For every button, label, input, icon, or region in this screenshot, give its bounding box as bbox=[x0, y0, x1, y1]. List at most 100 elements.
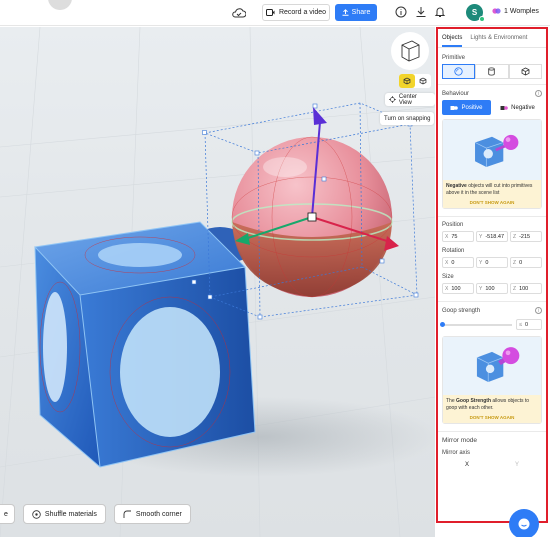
chat-button[interactable] bbox=[509, 509, 539, 537]
position-x-field[interactable]: X 75 bbox=[442, 231, 474, 242]
cylinder-icon bbox=[488, 67, 496, 76]
mirror-axis-x[interactable]: X bbox=[442, 459, 492, 470]
primitive-selector bbox=[442, 64, 542, 79]
orthographic-view-button[interactable] bbox=[415, 74, 431, 88]
upload-icon bbox=[342, 9, 349, 16]
box-icon bbox=[521, 67, 530, 76]
rotation-fields: X0 Y0 Z0 bbox=[442, 257, 542, 268]
navigation-cube[interactable] bbox=[390, 31, 430, 71]
size-y-field[interactable]: Y 100 bbox=[476, 283, 508, 294]
rotation-x-value: 0 bbox=[451, 259, 455, 266]
workspace-switcher[interactable]: 1 Womples bbox=[492, 7, 539, 15]
y-axis-arrow[interactable] bbox=[313, 107, 327, 125]
bell-icon[interactable] bbox=[434, 6, 446, 18]
negative-illustration bbox=[443, 120, 541, 180]
tab-lights-environment[interactable]: Lights & Environment bbox=[470, 35, 527, 47]
position-z-field[interactable]: Z -215 bbox=[510, 231, 542, 242]
goop-strength-control: ≤0 bbox=[440, 319, 542, 330]
cloud-check-icon[interactable] bbox=[232, 7, 246, 19]
video-icon bbox=[265, 9, 275, 16]
perspective-view-button[interactable] bbox=[399, 74, 415, 88]
goop-dont-show-again-link[interactable]: DON'T SHOW AGAIN bbox=[443, 413, 541, 423]
dont-show-again-link[interactable]: DON'T SHOW AGAIN bbox=[443, 198, 541, 208]
size-z-field[interactable]: Z 100 bbox=[510, 283, 542, 294]
size-y-value: 100 bbox=[485, 285, 495, 292]
ortho-cube-icon bbox=[419, 77, 427, 85]
3d-viewport[interactable]: Center View Turn on snapping e Shuffle m… bbox=[0, 27, 435, 537]
goop-info-bold: Goop Strength bbox=[456, 398, 492, 404]
shuffle-icon bbox=[32, 509, 41, 519]
snapping-button[interactable]: Turn on snapping bbox=[380, 112, 435, 125]
goop-illustration bbox=[443, 337, 541, 395]
view-mode-toggle[interactable] bbox=[399, 74, 431, 88]
goop-info-pre: The bbox=[446, 398, 457, 404]
behaviour-positive-button[interactable]: Positive bbox=[442, 100, 491, 115]
center-view-button[interactable]: Center View bbox=[385, 93, 435, 106]
negative-info-bold: Negative bbox=[446, 183, 467, 189]
mirror-axis-selector: X Y bbox=[442, 459, 542, 470]
goop-strength-slider[interactable] bbox=[440, 321, 512, 327]
mirror-mode-label: Mirror mode bbox=[442, 437, 478, 444]
rotation-z-value: 0 bbox=[519, 259, 523, 266]
size-x-field[interactable]: X 100 bbox=[442, 283, 474, 294]
negative-info-card: Negative objects will cut into primitive… bbox=[442, 119, 542, 209]
position-label: Position bbox=[442, 222, 464, 228]
primitive-label: Primitive bbox=[442, 55, 466, 61]
goop-info-icon[interactable]: i bbox=[535, 307, 542, 314]
position-y-value: -518.47 bbox=[485, 233, 504, 240]
smooth-corner-button[interactable]: Smooth corner bbox=[113, 504, 191, 524]
rotation-label: Rotation bbox=[442, 248, 465, 254]
size-x-value: 100 bbox=[451, 285, 461, 292]
download-icon[interactable] bbox=[415, 6, 427, 18]
primitive-sphere-button[interactable] bbox=[442, 64, 476, 79]
position-y-field[interactable]: Y -518.47 bbox=[476, 231, 508, 242]
mirror-axis-y[interactable]: Y bbox=[492, 459, 542, 470]
primitive-box-button[interactable] bbox=[508, 64, 542, 79]
behaviour-info-icon[interactable]: i bbox=[535, 90, 542, 97]
collaborator-avatar[interactable] bbox=[48, 0, 72, 10]
goop-slider-knob[interactable] bbox=[440, 321, 445, 327]
goop-value: 0 bbox=[525, 321, 529, 328]
cube-object[interactable] bbox=[33, 221, 256, 468]
behaviour-negative-button[interactable]: Negative bbox=[493, 100, 542, 115]
scene-canvas[interactable] bbox=[0, 27, 435, 537]
chat-icon bbox=[518, 518, 530, 530]
behaviour-positive-label: Positive bbox=[461, 104, 483, 111]
primitive-cylinder-button[interactable] bbox=[475, 64, 509, 79]
sphere-icon bbox=[454, 67, 463, 76]
goop-info-text: The Goop Strength allows objects to goop… bbox=[443, 395, 541, 413]
size-z-value: 100 bbox=[519, 285, 529, 292]
tool-button-partial[interactable]: e bbox=[0, 504, 15, 524]
record-video-label: Record a video bbox=[278, 9, 327, 16]
user-initial: S bbox=[471, 8, 478, 17]
info-icon[interactable] bbox=[395, 6, 407, 18]
goop-strength-label: Goop strength bbox=[442, 307, 481, 314]
share-button[interactable]: Share bbox=[335, 4, 377, 21]
tab-objects[interactable]: Objects bbox=[442, 35, 463, 47]
rotation-y-value: 0 bbox=[485, 259, 489, 266]
record-video-button[interactable]: Record a video bbox=[262, 4, 330, 21]
rotation-y-field[interactable]: Y0 bbox=[476, 257, 508, 268]
smooth-corner-icon bbox=[123, 510, 131, 518]
workspace-label: 1 Womples bbox=[504, 7, 539, 15]
position-fields: X 75 Y -518.47 Z -215 bbox=[442, 231, 542, 242]
share-label: Share bbox=[351, 9, 371, 16]
gizmo-center[interactable] bbox=[307, 212, 317, 222]
negative-info-text: Negative objects will cut into primitive… bbox=[443, 180, 541, 198]
goop-info-card: The Goop Strength allows objects to goop… bbox=[442, 336, 542, 424]
size-label: Size bbox=[442, 274, 454, 280]
mirror-axis-label: Mirror axis bbox=[442, 450, 470, 456]
rotation-z-field[interactable]: Z0 bbox=[510, 257, 542, 268]
negative-shape-icon bbox=[500, 105, 508, 110]
rotation-x-field[interactable]: X0 bbox=[442, 257, 474, 268]
tool-label: e bbox=[4, 510, 8, 518]
behaviour-selector: Positive Negative bbox=[442, 100, 542, 115]
positive-shape-icon bbox=[450, 105, 459, 110]
shuffle-materials-button[interactable]: Shuffle materials bbox=[22, 504, 106, 524]
panel-tabs: Objects Lights & Environment bbox=[438, 29, 546, 48]
womp-logo-icon bbox=[492, 8, 501, 14]
goop-strength-input[interactable]: ≤0 bbox=[516, 319, 542, 330]
center-view-label: Center View bbox=[398, 93, 417, 106]
shuffle-materials-label: Shuffle materials bbox=[44, 510, 97, 518]
properties-panel: Objects Lights & Environment Primitive B… bbox=[436, 27, 548, 523]
